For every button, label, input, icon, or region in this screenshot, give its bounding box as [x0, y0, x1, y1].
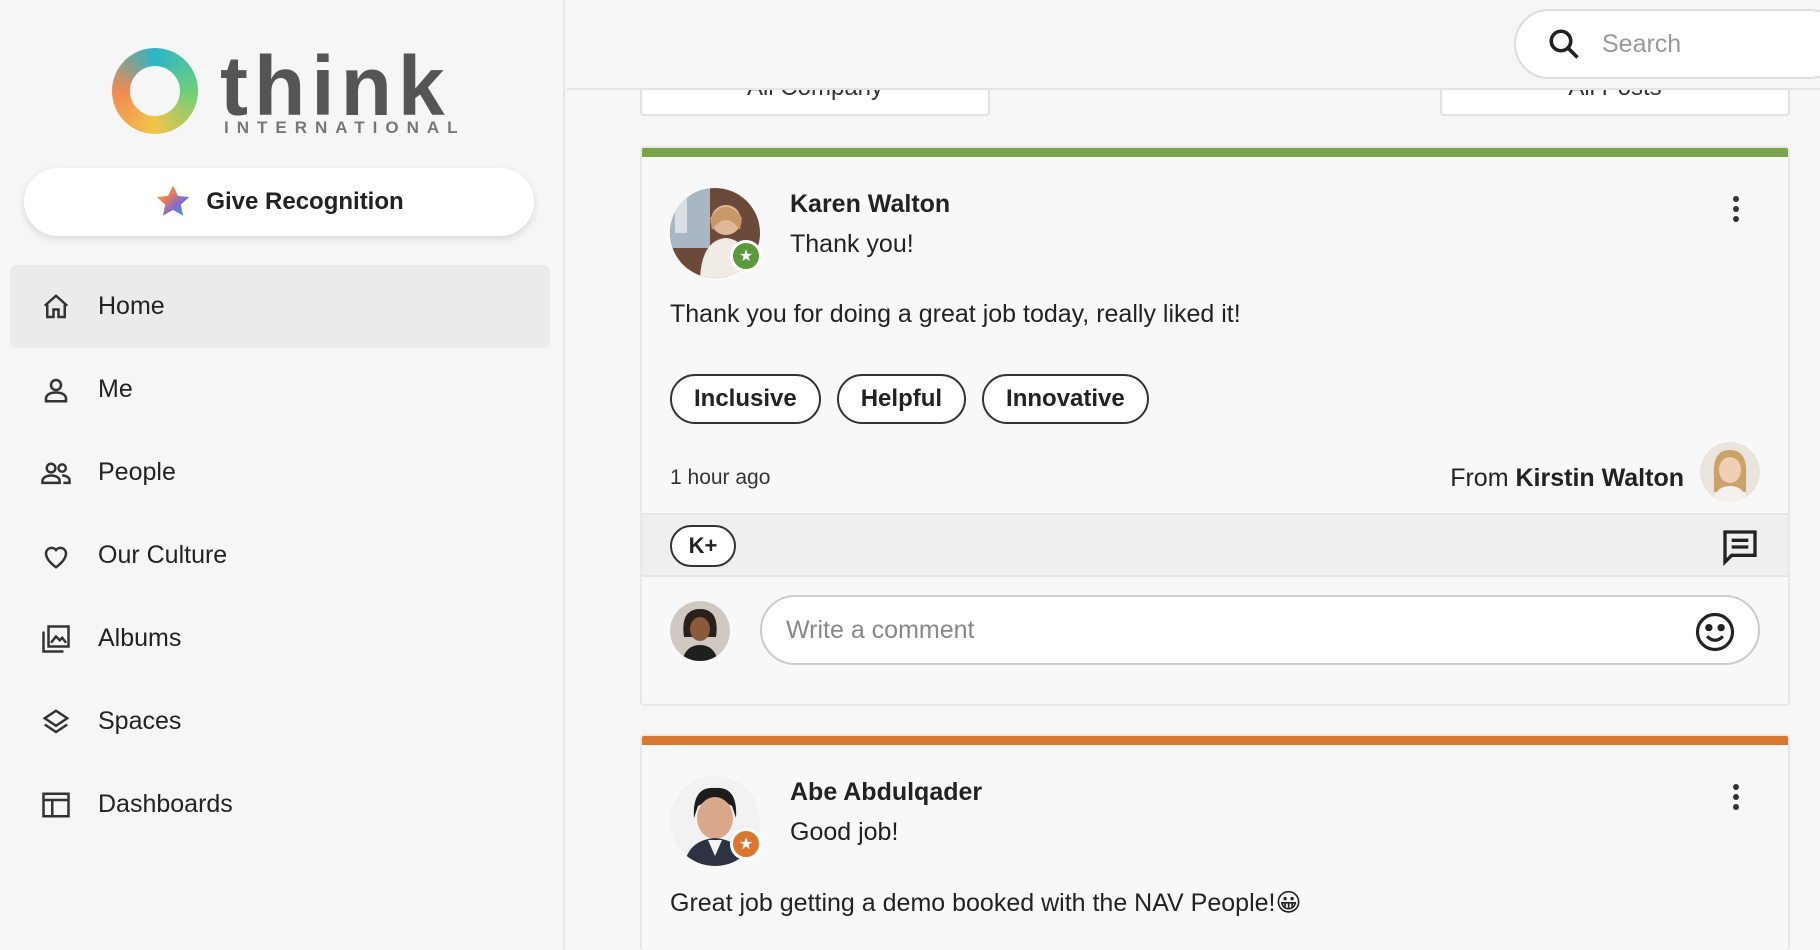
post-author-name[interactable]: Abe Abdulqader: [790, 778, 982, 807]
give-recognition-label: Give Recognition: [206, 188, 404, 215]
brand-subtitle: INTERNATIONAL: [224, 118, 466, 137]
sidebar-item-label: Our Culture: [98, 541, 228, 569]
kudos-plus-button[interactable]: K+: [670, 525, 736, 567]
comment-icon[interactable]: [1720, 527, 1760, 567]
value-tags: Inclusive Helpful Innovative: [670, 374, 1149, 424]
sidebar-item-spaces[interactable]: Spaces: [10, 680, 550, 763]
albums-icon: [40, 623, 72, 655]
post-menu-icon[interactable]: [1726, 192, 1746, 226]
sidebar-item-our-culture[interactable]: Our Culture: [10, 514, 550, 597]
sidebar-item-people[interactable]: People: [10, 431, 550, 514]
sidebar-item-label: Spaces: [98, 707, 182, 735]
post-accent-bar: [642, 148, 1788, 157]
sender-avatar[interactable]: [1700, 442, 1760, 502]
award-badge-icon: ★: [730, 240, 762, 272]
search-icon: [1549, 29, 1579, 59]
reaction-bar: K+: [642, 513, 1788, 577]
post-accent-bar: [642, 736, 1788, 745]
post-message: Great job getting a demo booked with the…: [670, 889, 1302, 917]
sidebar-nav: Home Me People Our Culture Albums Spaces…: [10, 265, 550, 846]
search-input[interactable]: Search: [1514, 9, 1820, 79]
sidebar-item-label: Me: [98, 375, 133, 403]
value-tag[interactable]: Helpful: [836, 374, 967, 424]
comment-placeholder: Write a comment: [786, 615, 975, 644]
post-subtitle: Thank you!: [790, 230, 914, 258]
emoji-icon[interactable]: [1694, 611, 1736, 653]
post-author-name[interactable]: Karen Walton: [790, 190, 950, 219]
sidebar-item-home[interactable]: Home: [10, 265, 550, 348]
brand-logo[interactable]: think INTERNATIONAL: [112, 39, 462, 144]
post-sender: From Kirstin Walton: [1450, 464, 1684, 493]
post-subtitle: Good job!: [790, 818, 899, 846]
sidebar-item-dashboards[interactable]: Dashboards: [10, 763, 550, 846]
recognition-post: ★ Karen Walton Thank you! Thank you for …: [640, 146, 1790, 706]
post-menu-icon[interactable]: [1726, 780, 1746, 814]
logo-ring-icon: [112, 48, 198, 134]
layers-icon: [40, 706, 72, 738]
top-bar: Search: [567, 0, 1820, 90]
recognition-post: ★ Abe Abdulqader Good job! Great job get…: [640, 734, 1790, 950]
sidebar-item-label: Home: [98, 292, 165, 320]
search-placeholder: Search: [1602, 29, 1682, 58]
people-icon: [40, 457, 72, 489]
sidebar-item-label: People: [98, 458, 176, 486]
heart-icon: [40, 540, 72, 572]
person-icon: [40, 374, 72, 406]
value-tag[interactable]: Inclusive: [670, 374, 821, 424]
sidebar-item-label: Dashboards: [98, 790, 233, 818]
app-root: think INTERNATIONAL Give Recognition Hom…: [0, 0, 1820, 950]
sidebar-item-me[interactable]: Me: [10, 348, 550, 431]
award-badge-icon: ★: [730, 828, 762, 860]
sidebar-item-albums[interactable]: Albums: [10, 597, 550, 680]
comment-input[interactable]: Write a comment: [760, 595, 1760, 665]
give-recognition-button[interactable]: Give Recognition: [24, 168, 534, 236]
dashboard-icon: [40, 789, 72, 821]
post-message: Thank you for doing a great job today, r…: [670, 300, 1241, 328]
sidebar: think INTERNATIONAL Give Recognition Hom…: [0, 0, 565, 950]
current-user-avatar[interactable]: [670, 601, 730, 661]
from-prefix: From: [1450, 464, 1509, 492]
value-tag[interactable]: Innovative: [982, 374, 1149, 424]
comment-row: Write a comment: [642, 577, 1788, 677]
sender-name[interactable]: Kirstin Walton: [1515, 464, 1684, 492]
post-timestamp: 1 hour ago: [670, 466, 771, 489]
sidebar-item-label: Albums: [98, 624, 182, 652]
star-icon: [157, 185, 190, 216]
home-icon: [40, 291, 72, 323]
